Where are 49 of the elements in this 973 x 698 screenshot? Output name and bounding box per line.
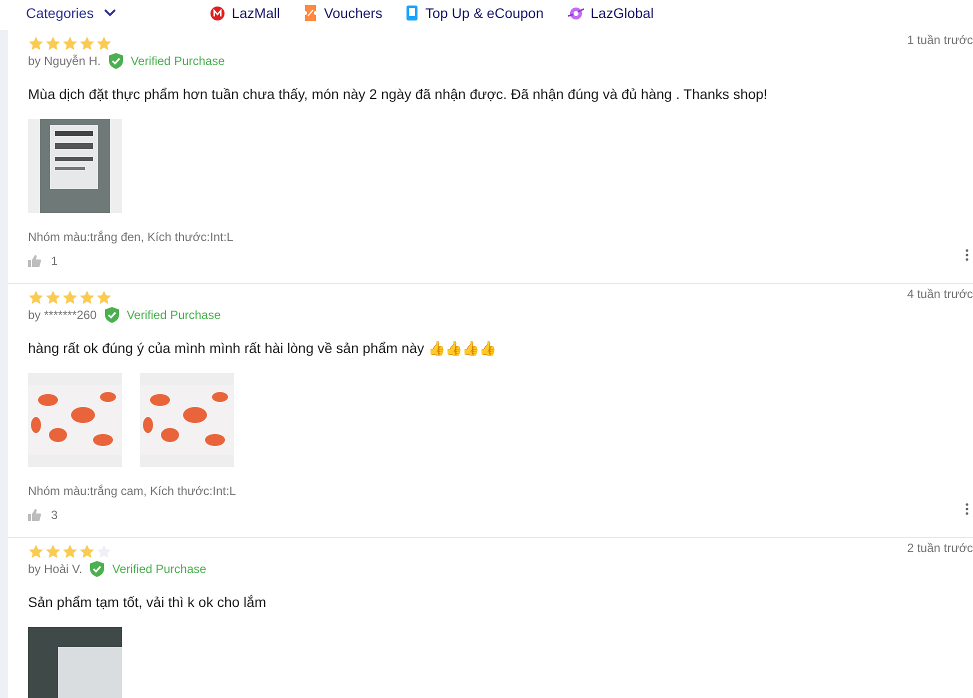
verified-shield-icon [90, 561, 104, 577]
star-icon [79, 36, 95, 51]
star-icon [62, 36, 78, 51]
like-count: 3 [51, 508, 58, 522]
nav-link[interactable]: LazGlobal [568, 5, 654, 21]
variant-text: Nhóm màu:trắng cam, Kích thước:Int:L [28, 484, 237, 498]
review-date: 2 tuần trước [907, 541, 973, 557]
review-text: hàng rất ok đúng ý của mình mình rất hài lòng về sản phẩm này 👍👍👍👍 [28, 340, 498, 356]
verified-shield-icon [108, 53, 123, 69]
review-text: Mùa dịch đặt thực phẩm hơn tuần chưa thấy, món này 2 ngày đã nhận được. Đã nhận đúng và đủ hàng . Thanks shop! [28, 86, 768, 102]
nav-link[interactable]: Vouchers [304, 5, 382, 21]
star-icon [45, 36, 61, 51]
review-text: Sản phẩm tạm tốt, vải thì k ok cho lắm [28, 594, 268, 610]
star-icon [62, 290, 78, 305]
phone-icon [406, 5, 418, 21]
star-icon [96, 290, 112, 305]
star-icon [45, 290, 61, 305]
nav-link[interactable]: Top Up & eCoupon [406, 5, 544, 21]
star-icon [45, 544, 61, 559]
more-options-icon[interactable] [965, 503, 969, 515]
globe-icon [568, 6, 584, 20]
mall-icon [210, 6, 225, 20]
review-photo[interactable] [28, 627, 122, 698]
star-icon [28, 544, 44, 559]
variant-text: Nhóm màu:trắng đen, Kích thước:Int:L [28, 230, 234, 244]
ticket-icon [304, 5, 317, 21]
review-photo[interactable] [28, 119, 122, 213]
more-options-icon[interactable] [965, 249, 969, 261]
verified-purchase-label: Verified Purchase [126, 308, 221, 322]
verified-purchase-label: Verified Purchase [130, 54, 225, 68]
star-icon [79, 290, 95, 305]
thumbs-up-icon[interactable] [28, 509, 41, 521]
star-icon [96, 36, 112, 51]
categories-dropdown[interactable]: Categories [26, 5, 116, 21]
verified-purchase-label: Verified Purchase [112, 562, 206, 576]
chevron-down-icon [104, 9, 116, 17]
nav-link[interactable]: LazMall [210, 5, 280, 21]
reviewer-name: by *******260 [28, 308, 97, 322]
review-date: 4 tuần trước [907, 287, 973, 303]
verified-shield-icon [104, 307, 119, 323]
star-icon [79, 544, 95, 559]
review-date: 1 tuần trước [907, 33, 973, 49]
star-icon [28, 36, 44, 51]
star-icon [28, 290, 44, 305]
like-count: 1 [51, 254, 58, 268]
reviewer-name: by Hoài V. [28, 562, 82, 576]
thumbs-up-icon[interactable] [28, 255, 41, 267]
star-icon [62, 544, 78, 559]
reviewer-name: by Nguyễn H. [28, 54, 101, 68]
